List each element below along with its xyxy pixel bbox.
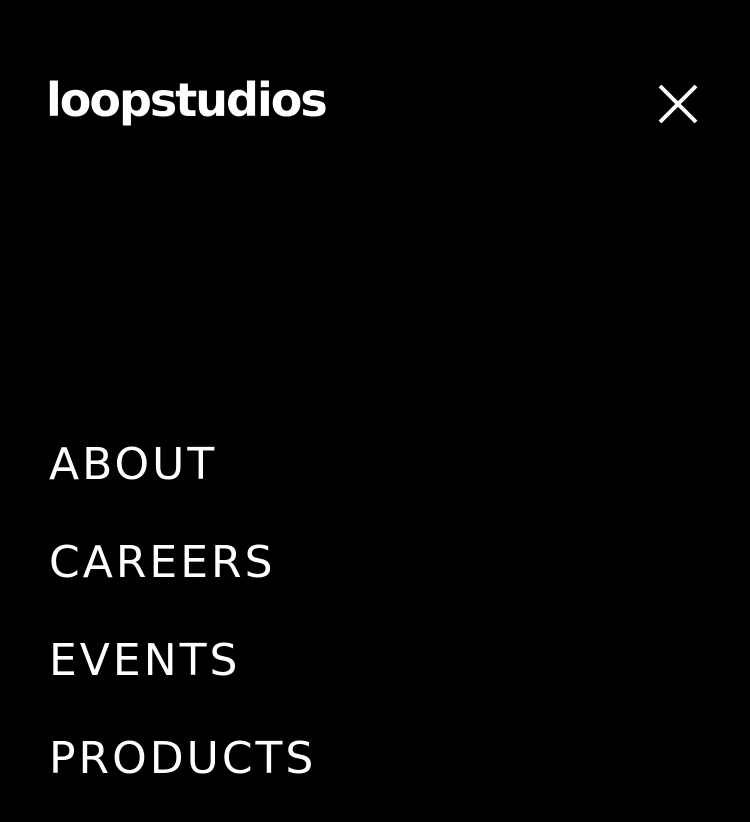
nav-item-products: PRODUCTS (49, 724, 699, 822)
nav-link-careers[interactable]: CAREERS (49, 528, 276, 598)
nav-link-about[interactable]: ABOUT (49, 430, 217, 500)
nav-item-about: ABOUT (49, 430, 699, 528)
nav-link-events[interactable]: EVENTS (49, 626, 240, 696)
nav-link-products[interactable]: PRODUCTS (49, 724, 316, 794)
close-menu-button[interactable] (654, 80, 702, 128)
nav-item-careers: CAREERS (49, 528, 699, 626)
mobile-menu-header: loopstudios (0, 0, 750, 200)
nav-item-events: EVENTS (49, 626, 699, 724)
mobile-nav-menu: ABOUT CAREERS EVENTS PRODUCTS (49, 430, 699, 822)
close-icon (658, 84, 698, 124)
logo[interactable]: loopstudios (46, 70, 328, 130)
